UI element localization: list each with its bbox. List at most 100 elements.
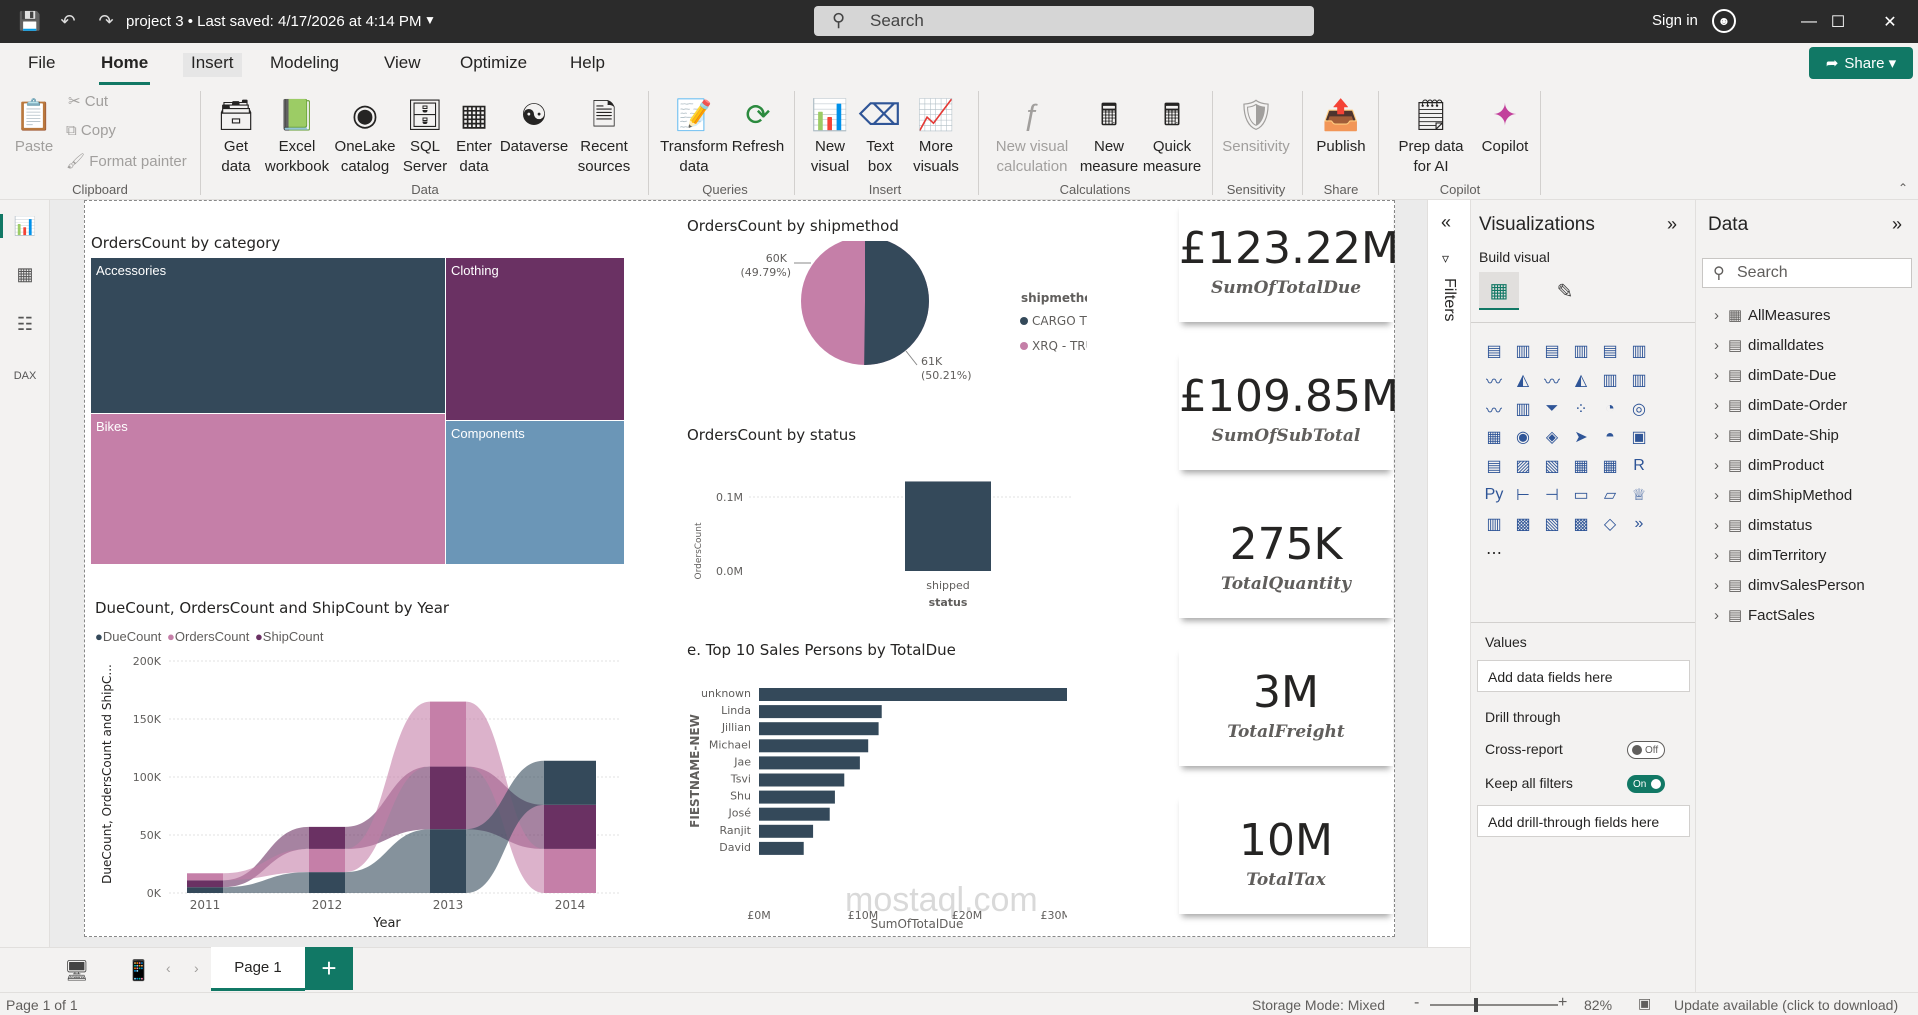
mobile-layout-icon[interactable]: 📱 <box>126 958 151 983</box>
status-chart[interactable]: OrdersCount 0.1M 0.0M shipped status <box>687 456 1077 626</box>
visual-type-icon[interactable]: ▥ <box>1512 340 1534 362</box>
cut-button[interactable]: ✂ Cut <box>68 92 108 110</box>
visual-type-icon[interactable]: Py <box>1483 484 1505 506</box>
new-visual-calculation-button[interactable]: ƒ New visual calculation <box>990 95 1074 177</box>
visual-type-icon[interactable]: ◓ <box>1599 426 1621 448</box>
copy-button[interactable]: ⧉ Copy <box>66 122 116 139</box>
ribbon-segment-shipcount-2011[interactable] <box>187 880 223 888</box>
tab-optimize[interactable]: Optimize <box>456 53 531 73</box>
chevron-right-icon[interactable]: › <box>1714 367 1728 384</box>
share-button[interactable]: ➦ Share ▾ <box>1809 47 1913 79</box>
ribbon-chart[interactable]: DueCount, OrdersCount and ShipC... 200K 1… <box>91 649 631 939</box>
tab-file[interactable]: File <box>24 53 59 73</box>
visual-type-icon[interactable]: ⊣ <box>1541 484 1563 506</box>
visual-type-icon[interactable]: 〰 <box>1483 369 1505 391</box>
ribbon-segment-shipcount-2012[interactable] <box>309 826 345 849</box>
table-view-icon[interactable]: ▦ <box>13 262 37 286</box>
ribbon-segment-duecount-2012[interactable] <box>309 872 345 893</box>
desktop-layout-icon[interactable]: 🖥 <box>64 958 89 983</box>
visual-type-icon[interactable]: ♕ <box>1628 484 1650 506</box>
collapse-data-icon[interactable]: » <box>1892 214 1902 235</box>
bar-jillian[interactable] <box>759 722 879 736</box>
table-item[interactable]: › ▦ AllMeasures <box>1714 306 1831 324</box>
tab-home[interactable]: Home <box>97 53 152 85</box>
ribbon-segment-orderscount-2014[interactable] <box>544 848 596 893</box>
add-page-button[interactable]: + <box>305 947 353 990</box>
save-icon[interactable]: 💾 <box>12 0 48 43</box>
treemap-visual[interactable]: Accessories Clothing Bikes Components <box>91 258 624 564</box>
kpi-card-subtotal[interactable]: £109.85M SumOfSubTotal <box>1179 349 1399 470</box>
chevron-right-icon[interactable]: › <box>1714 457 1728 474</box>
page-tab-page1[interactable]: Page 1 <box>211 947 305 991</box>
visual-type-icon[interactable]: » <box>1628 513 1650 535</box>
visual-type-icon[interactable]: ▩ <box>1512 513 1534 535</box>
new-measure-button[interactable]: 🖩 New measure <box>1078 95 1140 177</box>
tab-help[interactable]: Help <box>566 53 609 73</box>
pie-slice-cargo[interactable] <box>864 241 929 365</box>
treemap-cell[interactable]: Clothing <box>446 258 624 420</box>
zoom-slider-thumb[interactable] <box>1474 998 1478 1012</box>
sign-in-link[interactable]: Sign in <box>1652 12 1698 29</box>
visual-type-icon[interactable]: ▥ <box>1628 369 1650 391</box>
table-item[interactable]: › ▤ dimDate-Order <box>1714 396 1847 414</box>
visual-type-icon[interactable]: ▥ <box>1570 340 1592 362</box>
visual-type-icon[interactable]: ▨ <box>1512 455 1534 477</box>
chevron-right-icon[interactable]: › <box>1714 427 1728 444</box>
visual-type-icon[interactable]: ▥ <box>1628 340 1650 362</box>
format-painter-button[interactable]: 🖌 Format painter <box>66 152 187 170</box>
visual-type-icon[interactable]: ▥ <box>1599 369 1621 391</box>
bar-ranjit[interactable] <box>759 824 814 838</box>
visual-type-icon[interactable]: ▧ <box>1541 513 1563 535</box>
redo-icon[interactable]: ↷ <box>88 0 124 43</box>
next-page-icon[interactable]: › <box>194 960 199 976</box>
build-visual-tab-icon[interactable]: ▦ <box>1479 272 1519 310</box>
kpi-card-totaldue[interactable]: £123.22M SumOfTotalDue <box>1179 201 1399 322</box>
visual-type-icon[interactable]: ▭ <box>1570 484 1592 506</box>
legend-shipcount[interactable]: ShipCount <box>263 629 324 644</box>
bar-josé[interactable] <box>759 807 830 821</box>
visual-type-icon[interactable]: ▤ <box>1483 455 1505 477</box>
onelake-catalog-button[interactable]: ◉ OneLake catalog <box>332 95 398 177</box>
visual-type-icon[interactable]: 〰 <box>1541 369 1563 391</box>
table-item[interactable]: › ▤ dimDate-Ship <box>1714 426 1839 444</box>
title-dropdown-icon[interactable]: ▼ <box>424 13 436 27</box>
ribbon-segment-orderscount-2013[interactable] <box>430 701 466 767</box>
chevron-right-icon[interactable]: › <box>1714 607 1728 624</box>
ribbon-segment-orderscount-2012[interactable] <box>309 848 345 873</box>
maximize-button[interactable]: ☐ <box>1810 0 1866 43</box>
table-item[interactable]: › ▤ dimstatus <box>1714 516 1812 534</box>
data-search-input[interactable]: ⚲ Search <box>1702 258 1912 288</box>
bar-tsvi[interactable] <box>759 773 845 787</box>
ribbon-segment-shipcount-2013[interactable] <box>430 766 466 830</box>
sql-server-button[interactable]: 🗄 SQL Server <box>400 95 450 177</box>
tab-view[interactable]: View <box>380 53 425 73</box>
ribbon-segment-duecount-2014[interactable] <box>544 760 596 805</box>
visual-type-icon[interactable]: ⏷ <box>1541 398 1563 420</box>
recent-sources-button[interactable]: 🗎 Recent sources <box>570 95 638 177</box>
visual-type-icon[interactable]: ▦ <box>1599 455 1621 477</box>
search-input[interactable]: ⚲ Search <box>814 6 1314 36</box>
visual-type-icon[interactable]: ◭ <box>1512 369 1534 391</box>
chevron-right-icon[interactable]: › <box>1714 517 1728 534</box>
bar-unknown[interactable] <box>759 688 1067 701</box>
chevron-right-icon[interactable]: › <box>1714 307 1728 324</box>
fit-page-icon[interactable]: ▣ <box>1638 995 1651 1012</box>
visual-type-icon[interactable]: ▧ <box>1541 455 1563 477</box>
filters-pane-collapsed[interactable]: « ▿ Filters <box>1427 200 1470 947</box>
visual-type-icon[interactable]: ◈ <box>1541 426 1563 448</box>
treemap-cell[interactable]: Bikes <box>91 414 445 564</box>
bar-shu[interactable] <box>759 790 835 804</box>
chevron-right-icon[interactable]: › <box>1714 487 1728 504</box>
copilot-button[interactable]: ✦ Copilot <box>1476 95 1534 157</box>
get-data-button[interactable]: 🗃 Get data <box>210 95 262 177</box>
table-item[interactable]: › ▤ dimDate-Due <box>1714 366 1836 384</box>
visual-type-icon[interactable]: R <box>1628 455 1650 477</box>
undo-icon[interactable]: ↶ <box>50 0 86 43</box>
table-item[interactable]: › ▤ dimTerritory <box>1714 546 1826 564</box>
visual-type-icon[interactable]: ◭ <box>1570 369 1592 391</box>
chevron-right-icon[interactable]: › <box>1714 397 1728 414</box>
chevron-right-icon[interactable]: › <box>1714 577 1728 594</box>
bar-linda[interactable] <box>759 705 882 719</box>
visual-type-icon[interactable]: ⁘ <box>1570 398 1592 420</box>
dax-view-icon[interactable]: DAX <box>13 364 37 388</box>
